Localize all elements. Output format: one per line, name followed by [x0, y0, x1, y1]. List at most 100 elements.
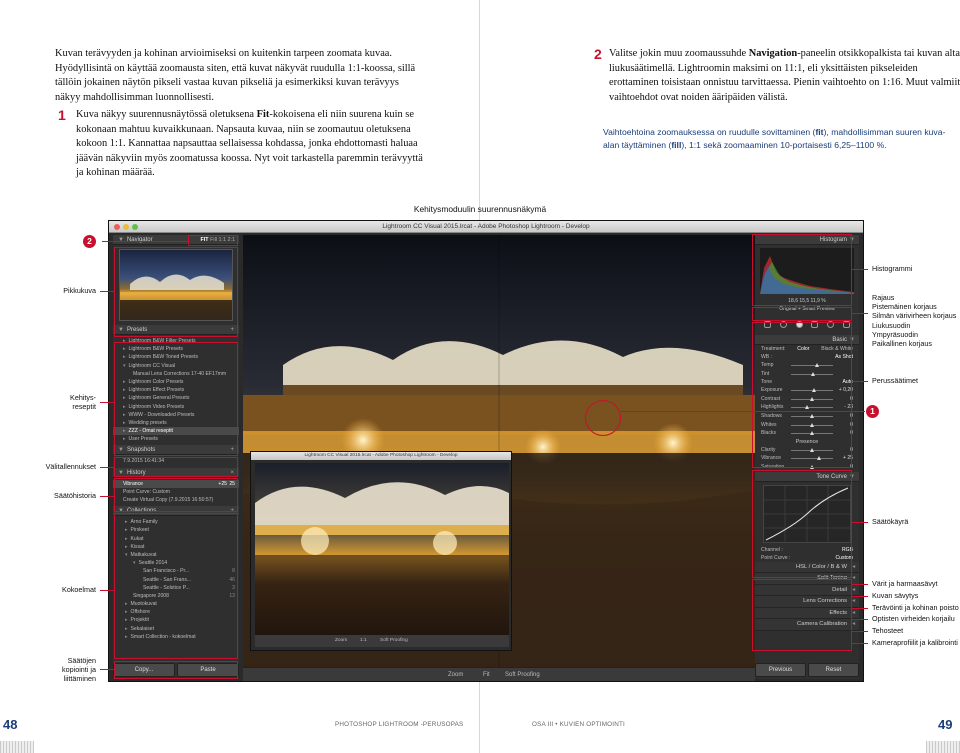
callout-badge-1 [621, 411, 865, 412]
callout-varit [852, 584, 868, 585]
page-number-left: 48 [3, 717, 18, 732]
label-tools: Rajaus Pistemäinen korjaus Silmän värivi… [872, 293, 960, 348]
inset-titlebar: Lightroom CC Visual 2015.lrcat - Adobe P… [251, 452, 511, 460]
step-1-text-start: Kuva näkyy suurennusnäytössä oletuksena [76, 109, 257, 120]
label-teravyys: Terävöinti ja kohinan poisto [872, 603, 959, 612]
callout-perussaadot [852, 381, 868, 382]
callout-kamera [852, 643, 868, 644]
expand-icon: ◂ [852, 621, 855, 628]
label-optiset: Optisten virheiden korjailu [872, 614, 955, 623]
inset-zoom-value: 1:1 [360, 638, 367, 643]
previous-button[interactable]: Previous [755, 663, 806, 677]
callout-badge-2 [102, 241, 188, 242]
callout-tools [852, 313, 868, 314]
window-title: Lightroom CC Visual 2015.lrcat - Adobe P… [382, 223, 590, 230]
highlight-basic [752, 322, 852, 468]
expand-icon: ◂ [852, 609, 855, 616]
caption-part-1: Vaihtoehtoina zoomauksessa on ruudulle s… [603, 127, 816, 137]
running-footer-right: OSA III • KUVIEN OPTIMOINTI [532, 721, 625, 728]
label-line: Säätöjen [67, 656, 96, 665]
expand-icon: ◂ [852, 586, 855, 593]
label-pikkukuva: Pikkukuva [63, 286, 96, 295]
inset-soft-proofing[interactable]: Soft Proofing [380, 635, 408, 647]
callout-optiset [852, 619, 868, 620]
highlight-collections [114, 513, 238, 659]
callout-tehosteet [852, 631, 868, 632]
label-line: reseptit [72, 402, 96, 412]
highlight-snapshots [114, 457, 238, 477]
label-line: Rajaus [872, 293, 895, 302]
footer-edge-mark-left [0, 741, 34, 753]
label-line: Silmän värivirheen korjaus [872, 311, 957, 321]
label-perussaadot: Perussäätimet [872, 376, 918, 385]
step-badge-2: 2 [83, 235, 96, 248]
callout-kopiointi [100, 669, 114, 670]
callout-valitallennukset [100, 467, 114, 468]
label-saatokayra: Säätökäyrä [872, 517, 909, 526]
label-line: Pistemäinen korjaus [872, 302, 937, 312]
bottom-toolbar: Zoom Fit Soft Proofing [243, 667, 755, 681]
step-2-text-start: Valitse jokin muu zoomaussuhde [609, 48, 749, 59]
collapse-icon: ▼ [118, 237, 124, 243]
reset-button[interactable]: Reset [808, 663, 859, 677]
highlight-presets [114, 342, 238, 456]
step-1-number: 1 [58, 107, 66, 123]
step-2-number: 2 [594, 46, 602, 62]
label-kehitysreseptit: Kehitys- reseptit [20, 393, 96, 411]
zoom-fit-label: Fit [483, 672, 490, 678]
label-line: Liukusuodin [872, 320, 911, 330]
step-2-paragraph: Valitse jokin muu zoomaussuhde Navigatio… [609, 47, 960, 105]
callout-kehitysreseptit [100, 402, 114, 403]
label-kopiointi: Säätöjen kopiointi ja liittäminen [10, 656, 96, 684]
step-2-bold-navigation: Navigation [748, 48, 798, 59]
highlight-tools [752, 307, 852, 321]
page-number-right: 49 [938, 717, 953, 732]
zoomed-inset-window: Lightroom CC Visual 2015.lrcat - Adobe P… [250, 451, 512, 651]
caption-part-3: ), 1:1 sekä zoomaaminen 10-portaisesti 6… [681, 139, 887, 150]
expand-icon: ◂ [852, 575, 855, 582]
soft-proofing-toggle[interactable]: Soft Proofing [505, 668, 540, 681]
label-line: kopiointi ja [62, 665, 96, 675]
label-saatohistoria: Säätöhistoria [54, 491, 96, 500]
step-1-paragraph: Kuva näkyy suurennusnäytössä oletuksena … [76, 108, 424, 181]
label-line: Paikallinen korjaus [872, 339, 932, 349]
zoom-dot[interactable] [132, 224, 138, 230]
previous-reset-bar: Previous Reset [755, 663, 859, 677]
callout-histogrammi [852, 269, 868, 270]
highlight-panels [752, 579, 852, 651]
label-valitallennukset: Välitallennukset [45, 462, 96, 471]
callout-saatohistoria [100, 496, 114, 497]
minimize-dot[interactable] [123, 224, 129, 230]
label-kamera: Kameraprofiilit ja kalibrointi [872, 638, 958, 647]
highlight-tone-curve [752, 470, 852, 578]
running-footer-left: PHOTOSHOP LIGHTROOM -PERUSOPAS [335, 721, 464, 728]
expand-icon: ◂ [852, 598, 855, 605]
highlight-histogram [752, 234, 852, 306]
callout-saatokayra [852, 522, 868, 523]
window-controls [114, 224, 138, 230]
caption-fill: fill [671, 139, 682, 150]
label-savytys: Kuvan sävytys [872, 591, 919, 600]
zoom-caption: Vaihtoehtoina zoomauksessa on ruudulle s… [603, 126, 948, 151]
highlight-navigator-header [188, 235, 238, 246]
inset-toolbar: Zoom 1:1 Soft Proofing [255, 635, 509, 647]
highlight-history [114, 478, 238, 512]
intro-paragraph: Kuvan terävyyden ja kohinan arvioimiseks… [55, 48, 416, 103]
label-line: liittäminen [63, 674, 96, 684]
window-titlebar: Lightroom CC Visual 2015.lrcat - Adobe P… [109, 221, 863, 233]
zoom-label: Zoom [448, 672, 464, 678]
label-line: Ympyräsuodin [872, 329, 918, 339]
close-dot[interactable] [114, 224, 120, 230]
step-badge-1: 1 [866, 405, 879, 418]
expand-icon: ◂ [852, 563, 855, 570]
screenshot-title: Kehitysmoduulin suurennusnäkymä [413, 204, 547, 214]
footer-edge-mark-right [926, 741, 960, 753]
inset-photo-image [255, 463, 509, 635]
navigator-label: Navigator [126, 237, 153, 243]
callout-pikkukuva [100, 291, 114, 292]
inset-photo[interactable] [255, 463, 509, 635]
highlight-thumbnail [114, 247, 238, 337]
inset-zoom-label: Zoom [335, 638, 348, 643]
caption-fit: fit [815, 127, 824, 137]
callout-savytys [852, 596, 868, 597]
